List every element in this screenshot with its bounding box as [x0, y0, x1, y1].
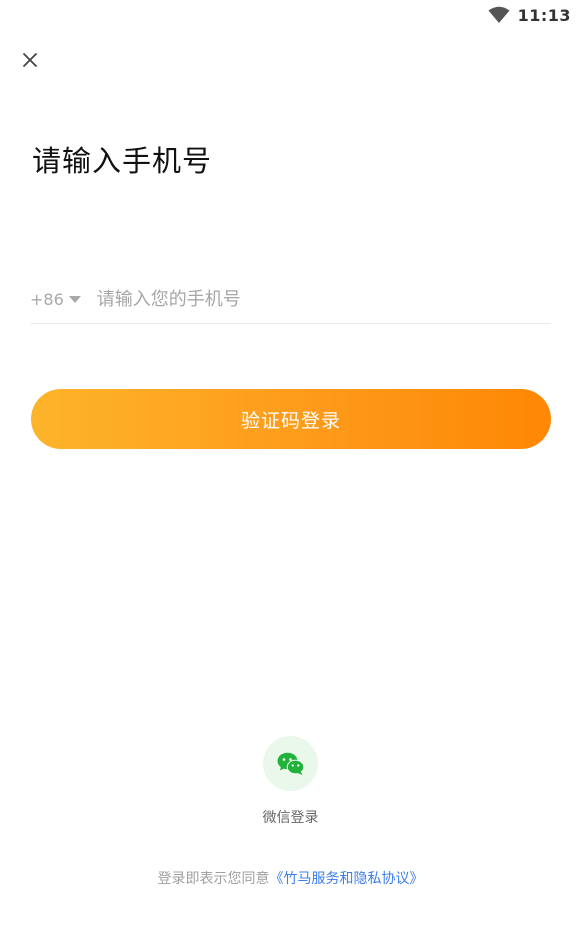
agreement-prefix: 登录即表示您同意 [157, 871, 270, 887]
close-icon [23, 53, 37, 67]
close-button[interactable] [18, 48, 42, 72]
phone-input-row: +86 [30, 276, 551, 324]
country-code-selector[interactable]: +86 [30, 290, 81, 309]
wechat-login-button[interactable] [263, 736, 318, 791]
login-screen: 11:13 请输入手机号 +86 验证码登录 [0, 0, 581, 930]
caret-down-icon [68, 295, 81, 303]
wifi-icon [488, 6, 510, 23]
agreement-link[interactable]: 《竹马服务和隐私协议》 [270, 871, 424, 887]
agreement-text: 登录即表示您同意《竹马服务和隐私协议》 [0, 868, 581, 888]
phone-number-input[interactable] [96, 279, 551, 320]
wechat-login: 微信登录 [0, 736, 581, 827]
verification-code-login-button[interactable]: 验证码登录 [31, 389, 551, 449]
status-time: 11:13 [517, 5, 571, 25]
status-bar: 11:13 [488, 0, 581, 30]
wechat-login-label: 微信登录 [262, 810, 319, 826]
page-title: 请输入手机号 [32, 144, 213, 178]
country-code-label: +86 [30, 290, 64, 309]
wechat-icon [277, 752, 304, 775]
